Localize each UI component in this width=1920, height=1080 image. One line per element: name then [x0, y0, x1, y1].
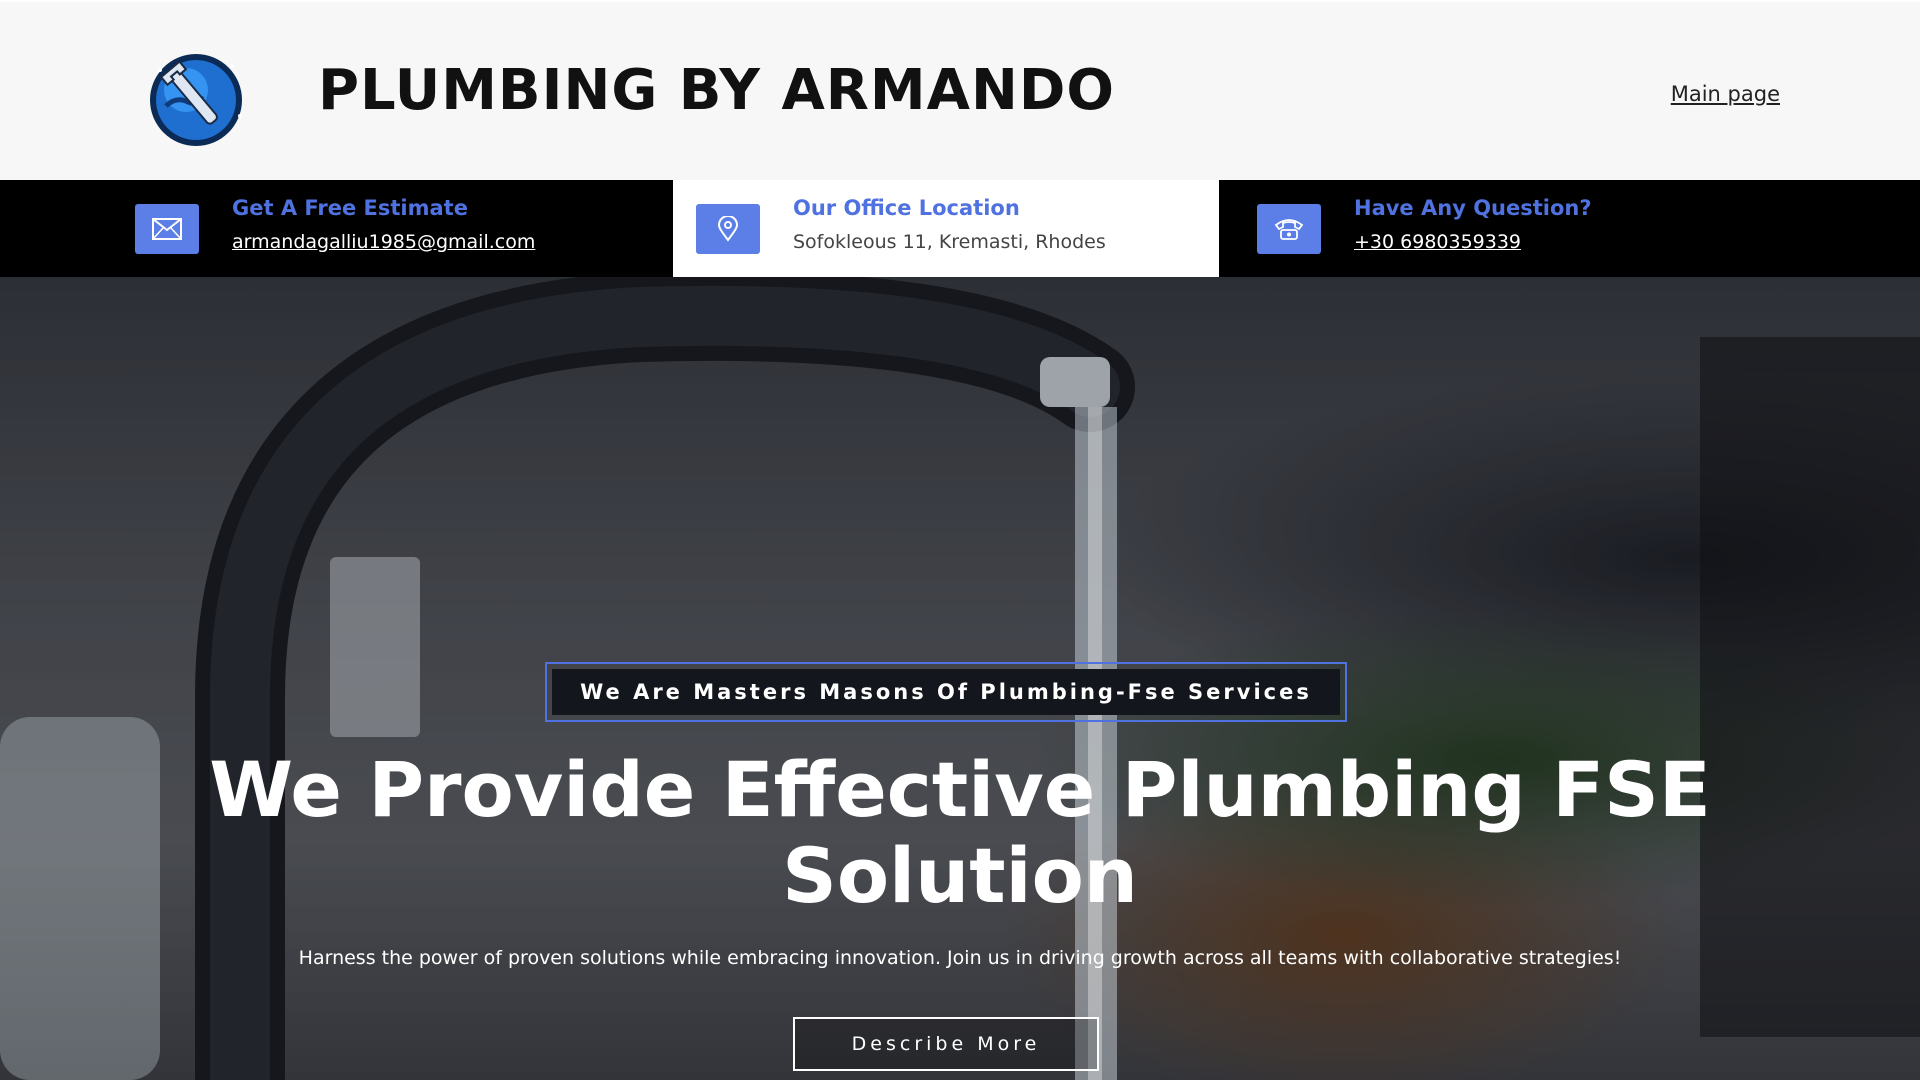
site-header: PLUMBING BY ARMANDO Main page — [0, 0, 1920, 180]
describe-more-button[interactable]: Describe More — [793, 1017, 1099, 1071]
hero-subtitle: Harness the power of proven solutions wh… — [298, 947, 1622, 969]
question-cell: Have Any Question? +30 6980359339 — [1219, 180, 1920, 277]
main-page-link[interactable]: Main page — [1671, 82, 1780, 106]
hero-badge-text: We Are Masters Masons Of Plumbing-Fse Se… — [552, 669, 1340, 715]
location-pin-icon — [696, 204, 760, 254]
location-address: Sofokleous 11, Kremasti, Rhodes — [793, 231, 1106, 253]
hero-section: We Are Masters Masons Of Plumbing-Fse Se… — [0, 277, 1920, 1080]
estimate-cell: Get A Free Estimate armandagalliu1985@gm… — [0, 180, 673, 277]
brand-title: PLUMBING BY ARMANDO — [318, 58, 1115, 123]
envelope-icon — [135, 204, 199, 254]
estimate-title: Get A Free Estimate — [232, 196, 468, 220]
phone-icon — [1257, 204, 1321, 254]
contact-infobar: Get A Free Estimate armandagalliu1985@gm… — [0, 180, 1920, 277]
hero-title: We Provide Effective Plumbing FSE Soluti… — [209, 745, 1711, 920]
email-link[interactable]: armandagalliu1985@gmail.com — [232, 231, 535, 253]
logo-icon[interactable] — [136, 46, 260, 150]
question-title: Have Any Question? — [1354, 196, 1592, 220]
location-title: Our Office Location — [793, 196, 1020, 220]
hero-badge: We Are Masters Masons Of Plumbing-Fse Se… — [545, 662, 1347, 722]
location-cell: Our Office Location Sofokleous 11, Krema… — [673, 180, 1219, 277]
phone-link[interactable]: +30 6980359339 — [1354, 231, 1521, 253]
